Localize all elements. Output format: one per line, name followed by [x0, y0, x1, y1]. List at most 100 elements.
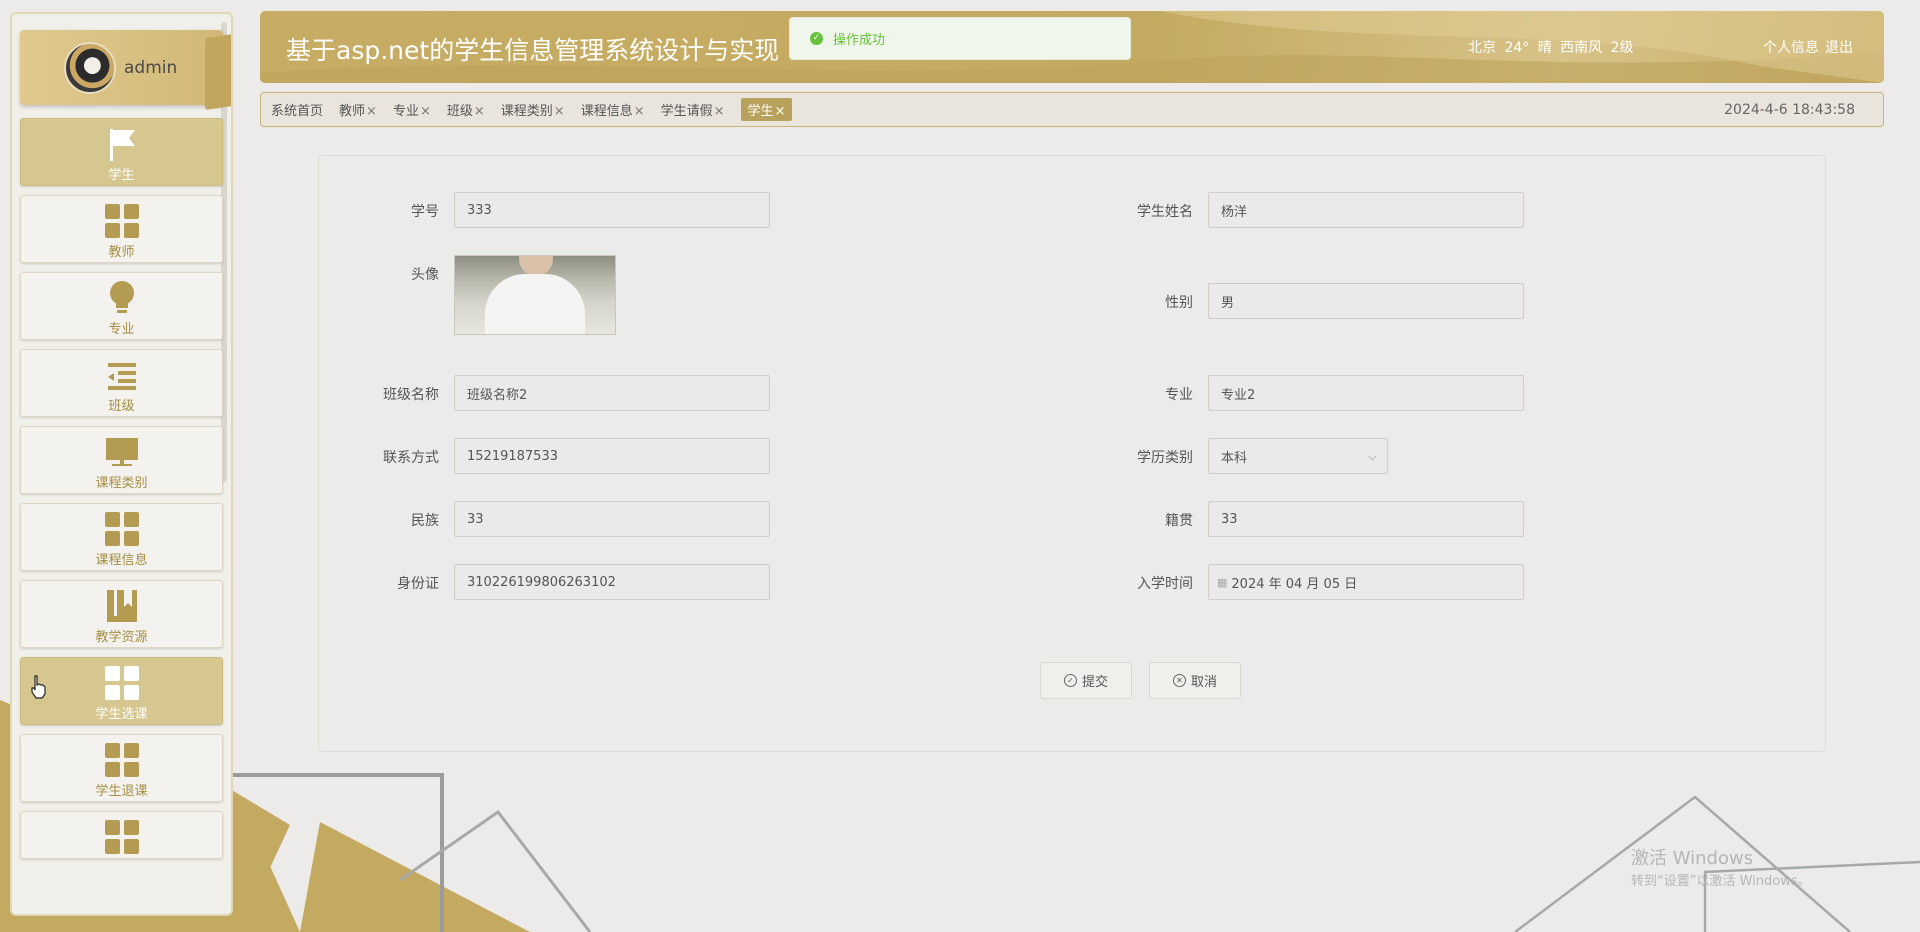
toast-message: 操作成功: [833, 33, 886, 48]
submit-button[interactable]: ✓ 提交: [1040, 662, 1132, 699]
close-icon[interactable]: ×: [775, 104, 786, 119]
close-icon[interactable]: ×: [474, 104, 485, 119]
sidebar-item-course-selection[interactable]: 学生选课: [20, 657, 223, 725]
check-circle-icon: ✓: [1063, 674, 1077, 687]
student-name-label: 学生姓名: [1137, 204, 1193, 220]
tab-label: 学生: [747, 104, 774, 119]
native-place-input[interactable]: 33: [1208, 501, 1524, 537]
student-form: 学号 333 头像 班级名称 班级名称2 联系方式 15219187533 民族…: [318, 155, 1826, 752]
close-icon[interactable]: ×: [634, 104, 645, 119]
sidebar-item-label: 教学资源: [95, 630, 148, 645]
close-circle-icon: ✕: [1172, 674, 1186, 687]
gender-input[interactable]: 男: [1208, 283, 1524, 319]
sidebar-item-student[interactable]: 学生: [20, 118, 223, 186]
tab-label: 课程信息: [580, 104, 633, 119]
student-name-input[interactable]: 杨洋: [1208, 192, 1524, 228]
tab-major[interactable]: 专业×: [393, 100, 431, 119]
username: admin: [124, 57, 178, 78]
tab-label: 课程类别: [500, 104, 553, 119]
cancel-button[interactable]: ✕ 取消: [1149, 662, 1241, 699]
tab-course-category[interactable]: 课程类别×: [501, 100, 565, 119]
tab-course-info[interactable]: 课程信息×: [581, 100, 645, 119]
education-select[interactable]: 本科 ⌵: [1208, 438, 1388, 474]
sidebar-item-course-category[interactable]: 课程类别: [20, 426, 223, 494]
sidebar-item-label: 学生选课: [95, 707, 148, 722]
monitor-icon: [104, 434, 140, 470]
major-input[interactable]: 专业2: [1208, 375, 1524, 411]
avatar: [64, 41, 116, 94]
close-icon[interactable]: ×: [554, 104, 565, 119]
sidebar: admin 学生 教师 专业 班级 课程类别 课程信息 教学资源 学生选课 学生…: [10, 12, 233, 916]
sidebar-item-label: 专业: [108, 322, 135, 337]
ethnicity-input[interactable]: 33: [454, 501, 770, 537]
sidebar-item-course-info[interactable]: 课程信息: [20, 503, 223, 571]
student-id-label: 学号: [411, 204, 439, 220]
sidebar-item-label: 课程信息: [95, 553, 148, 568]
logout-link[interactable]: 退出: [1825, 40, 1853, 56]
check-circle-icon: ✓: [810, 32, 823, 45]
grid-icon: [104, 742, 140, 778]
sidebar-item-course-drop[interactable]: 学生退课: [20, 734, 223, 802]
avatar-label: 头像: [411, 267, 439, 283]
sidebar-item-label: 学生: [108, 168, 135, 183]
success-toast: ✓ 操作成功: [789, 17, 1131, 60]
education-value: 本科: [1221, 450, 1248, 466]
phone-label: 联系方式: [383, 450, 439, 466]
tab-class[interactable]: 班级×: [447, 100, 485, 119]
sidebar-item-label: 班级: [108, 399, 135, 414]
cancel-label: 取消: [1190, 675, 1217, 690]
tab-label: 学生请假: [660, 104, 713, 119]
sidebar-item-major[interactable]: 专业: [20, 272, 223, 340]
class-name-label: 班级名称: [383, 387, 439, 403]
grid-icon: [104, 819, 140, 855]
user-profile-card[interactable]: admin: [20, 30, 231, 110]
close-icon[interactable]: ×: [420, 104, 431, 119]
page-title: 基于asp.net的学生信息管理系统设计与实现: [286, 36, 780, 65]
sidebar-item-teaching-resources[interactable]: 教学资源: [20, 580, 223, 648]
profile-link[interactable]: 个人信息: [1763, 40, 1819, 56]
chevron-down-icon: ⌵: [1367, 449, 1377, 463]
tab-student-leave[interactable]: 学生请假×: [661, 100, 725, 119]
book-icon: [104, 588, 140, 624]
major-label: 专业: [1165, 387, 1193, 403]
enroll-date-picker[interactable]: ▦ 2024 年 04 月 05 日: [1208, 564, 1524, 600]
current-datetime: 2024-4-6 18:43:58: [1724, 102, 1855, 118]
phone-input[interactable]: 15219187533: [454, 438, 770, 474]
student-id-input[interactable]: 333: [454, 192, 770, 228]
hand-cursor-icon: [31, 675, 46, 699]
close-icon[interactable]: ×: [366, 104, 377, 119]
sidebar-item-label: 学生退课: [95, 784, 148, 799]
avatar-image[interactable]: [454, 255, 616, 335]
gender-label: 性别: [1165, 295, 1193, 311]
sidebar-item-class[interactable]: 班级: [20, 349, 223, 417]
tab-label: 班级: [446, 104, 473, 119]
lightbulb-icon: [104, 280, 140, 316]
tab-home[interactable]: 系统首页: [271, 100, 323, 119]
sidebar-item-label: 教师: [108, 245, 135, 260]
id-card-input[interactable]: 310226199806263102: [454, 564, 770, 600]
calendar-icon: ▦: [1217, 575, 1228, 589]
tab-student[interactable]: 学生×: [740, 98, 793, 121]
profile-tab-decoration: [205, 34, 231, 110]
submit-label: 提交: [1081, 675, 1108, 690]
user-links: 个人信息 退出: [1763, 37, 1859, 57]
flag-icon: [104, 126, 140, 162]
tab-bar: 系统首页 教师× 专业× 班级× 课程类别× 课程信息× 学生请假× 学生× 2…: [260, 92, 1884, 127]
enroll-date-value: 2024 年 04 月 05 日: [1231, 576, 1358, 592]
class-name-input[interactable]: 班级名称2: [454, 375, 770, 411]
grid-icon: [104, 511, 140, 547]
id-card-label: 身份证: [397, 576, 439, 592]
tab-teacher[interactable]: 教师×: [339, 100, 377, 119]
sidebar-item-teacher[interactable]: 教师: [20, 195, 223, 263]
tab-label: 系统首页: [271, 104, 324, 119]
close-icon[interactable]: ×: [714, 104, 725, 119]
grid-icon: [104, 203, 140, 239]
sidebar-item-more[interactable]: [20, 811, 223, 859]
sidebar-item-label: 课程类别: [95, 476, 148, 491]
education-label: 学历类别: [1137, 450, 1193, 466]
native-place-label: 籍贯: [1165, 513, 1193, 529]
tab-label: 教师: [339, 104, 366, 119]
windows-activation-title: 激活 Windows: [1631, 848, 1754, 869]
ethnicity-label: 民族: [411, 513, 439, 529]
enroll-date-label: 入学时间: [1137, 576, 1193, 592]
